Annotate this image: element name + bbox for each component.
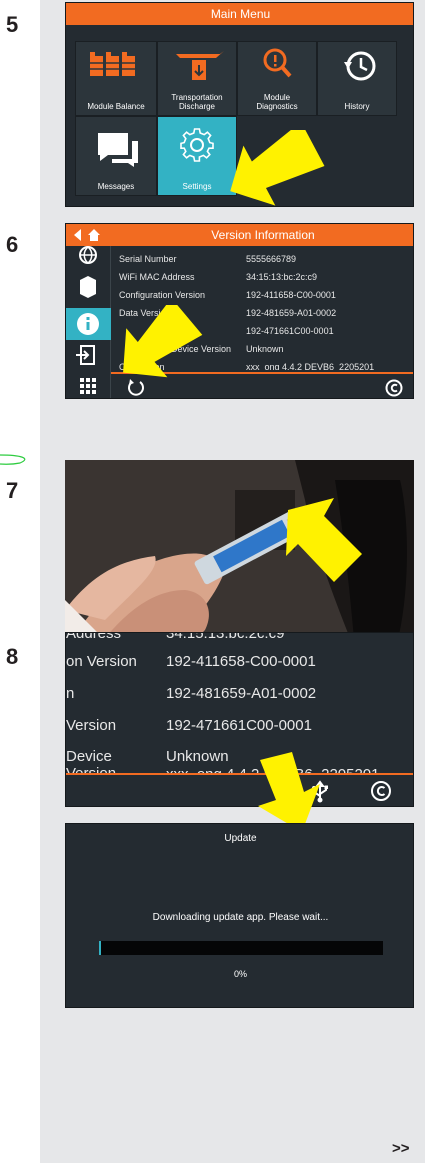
pointer-arrow-info-icon — [123, 305, 203, 378]
version-info-title: Version Information — [111, 224, 413, 246]
version-row: n 192-481659-A01-0002 — [66, 685, 317, 702]
update-progress-text: 0% — [233, 969, 247, 979]
battery-modules-icon — [90, 52, 135, 76]
back-icon — [74, 229, 81, 241]
tile-module-diagnostics-label: Module Diagnostics — [256, 93, 298, 111]
divider — [66, 773, 413, 775]
update-progress-bar — [99, 941, 383, 955]
tile-messages-label: Messages — [97, 182, 135, 191]
update-title: Update — [224, 833, 257, 844]
home-icon — [88, 229, 100, 241]
version-info-nav — [66, 224, 111, 246]
copyright-icon[interactable] — [384, 378, 404, 398]
step-number-6: 6 — [6, 232, 19, 257]
back-home-icons — [74, 229, 100, 241]
step-number-8: 8 — [6, 644, 19, 669]
step-number-5: 5 — [6, 12, 19, 37]
pointer-arrow-usb-icon — [286, 498, 362, 582]
grid-icon — [80, 378, 96, 394]
messages-icon — [98, 133, 138, 167]
version-row: Address 34:15:13:bc:2c:c9 — [66, 633, 285, 642]
tile-messages[interactable]: Messages — [75, 116, 157, 196]
tile-module-diagnostics[interactable]: Module Diagnostics — [237, 41, 317, 116]
tile-history[interactable]: History — [317, 41, 397, 116]
tile-transportation-discharge-label: Transportation Discharge — [171, 93, 223, 111]
version-row: on Version 192-411658-C00-0001 — [66, 653, 316, 670]
airplane-discharge-icon — [176, 51, 224, 80]
module-diagnostics-icon — [263, 48, 292, 78]
version-row: Serial Number 5555666789 — [119, 254, 297, 264]
next-page-indicator[interactable]: >> — [392, 1140, 410, 1157]
update-message: Downloading update app. Please wait... — [152, 912, 329, 923]
zoomed-version-screen: Address 34:15:13:bc:2c:c9 on Version 192-4… — [65, 632, 414, 807]
side-nav-icons — [66, 246, 111, 394]
update-progress-fill — [99, 941, 101, 955]
tile-module-balance[interactable]: Module Balance — [75, 41, 157, 116]
version-row: xxx_ong 4.4.2 DEVB6_2205201 — [66, 766, 413, 773]
tile-transportation-discharge[interactable]: Transportation Discharge — [157, 41, 237, 116]
connector-loop-icon — [0, 454, 26, 465]
brightness-icon — [80, 276, 96, 298]
side-nav — [66, 246, 111, 398]
history-icon — [344, 51, 376, 81]
main-menu-title: Main Menu — [66, 3, 413, 25]
version-row: Configuration Version 192-411658-C00-0001 — [119, 290, 336, 300]
version-row: WiFi MAC Address 34:15:13:bc:2c:c9 — [119, 272, 318, 282]
instruction-page: 5 6 7 8 Main Menu Module Balance Transpo… — [0, 0, 425, 1163]
copyright-icon[interactable] — [369, 779, 393, 803]
pointer-arrow-settings-icon — [230, 130, 325, 206]
step-number-7: 7 — [6, 478, 19, 503]
zoomed-version-table: Address 34:15:13:bc:2c:c9 on Version 192-4… — [66, 633, 413, 773]
tile-history-label: History — [344, 102, 370, 111]
version-row: Version192-471661C00-0001 — [66, 717, 312, 734]
tile-module-balance-label: Module Balance — [87, 102, 145, 111]
update-screen: Update Downloading update app. Please wa… — [65, 823, 414, 1008]
